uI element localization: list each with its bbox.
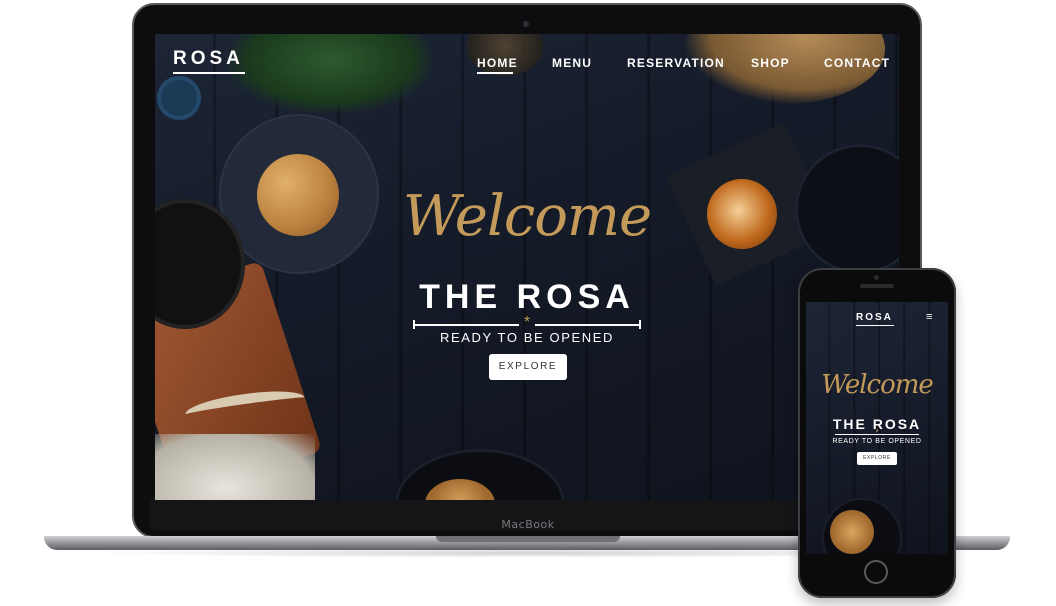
phone-screen: ROSA ≡ Welcome THE ROSA * READY TO BE OP… <box>806 302 948 554</box>
nav-contact[interactable]: CONTACT <box>824 56 890 70</box>
divider-left <box>413 324 519 326</box>
explore-button[interactable]: EXPLORE <box>489 354 567 380</box>
phone-logo-underline <box>856 325 894 326</box>
phone-hero-script-title: Welcome <box>821 370 934 400</box>
nav-menu[interactable]: MENU <box>552 56 592 70</box>
nav-shop[interactable]: SHOP <box>751 56 790 70</box>
divider-cap-right <box>639 320 641 329</box>
nav-active-indicator <box>477 72 513 74</box>
laptop-screen: ROSA HOME MENU RESERVATION SHOP CONTACT … <box>155 34 899 500</box>
hero-script-title: Welcome <box>402 184 652 249</box>
pine-branch-image <box>225 34 435 114</box>
phone-site-logo[interactable]: ROSA <box>856 312 893 323</box>
nav-reservation[interactable]: RESERVATION <box>627 56 725 70</box>
phone-hero-subtitle: READY TO BE OPENED <box>832 438 922 445</box>
laptop-base-notch <box>436 536 620 542</box>
nav-home[interactable]: HOME <box>477 56 518 70</box>
fur-image <box>155 434 315 500</box>
divider-right <box>535 324 641 326</box>
laptop-camera <box>523 21 529 27</box>
hamburger-icon[interactable]: ≡ <box>926 311 932 323</box>
phone-camera <box>874 275 879 280</box>
phone-speaker <box>860 284 894 288</box>
small-bowl-image <box>157 76 201 120</box>
phone-asterisk-ornament-icon: * <box>875 428 879 437</box>
logo-underline <box>173 72 245 74</box>
phone-home-button[interactable] <box>864 560 888 584</box>
hero-title: THE ROSA <box>419 278 635 316</box>
phone-cookie-image <box>830 510 874 554</box>
site-logo[interactable]: ROSA <box>173 48 244 70</box>
phone-divider <box>835 434 919 435</box>
phone-explore-button[interactable]: EXPLORE <box>857 452 897 465</box>
hero-subtitle: READY TO BE OPENED <box>439 330 614 345</box>
